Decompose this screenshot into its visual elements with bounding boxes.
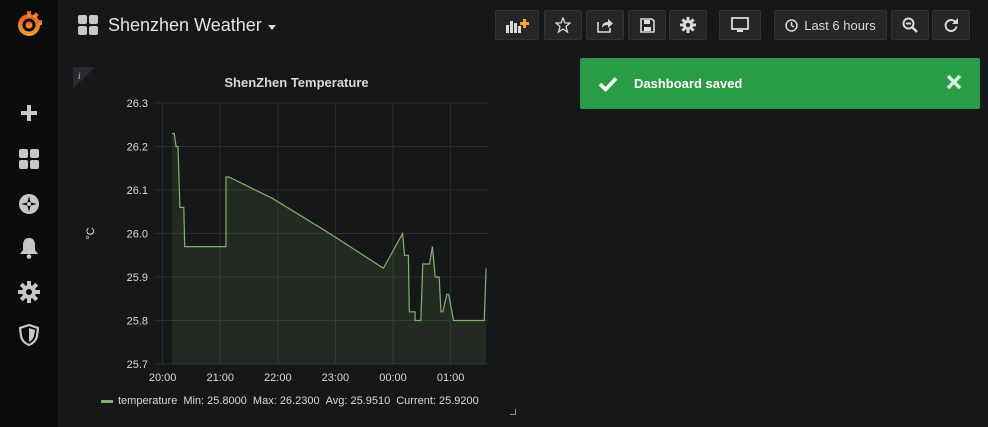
settings-button[interactable] (669, 10, 707, 40)
share-button[interactable] (586, 10, 624, 40)
y-tick-label: 26.3 (127, 98, 148, 110)
toast-success: Dashboard saved (580, 58, 980, 109)
gear-icon[interactable] (0, 272, 58, 312)
toast-message: Dashboard saved (634, 76, 743, 91)
dashboards-icon (78, 15, 98, 35)
monitor-icon (731, 17, 749, 32)
x-tick-label: 20:00 (149, 372, 177, 384)
y-tick-label: 26.2 (127, 142, 148, 154)
series-area-temperature (172, 133, 487, 364)
save-button[interactable] (628, 10, 666, 40)
y-tick-label: 25.7 (127, 359, 148, 371)
close-icon[interactable] (946, 74, 962, 90)
zoom-out-button[interactable] (891, 10, 929, 40)
y-tick-label: 26.0 (127, 229, 148, 241)
time-range-label: Last 6 hours (804, 17, 876, 33)
refresh-icon (944, 18, 958, 32)
dashboards-icon[interactable] (0, 139, 58, 179)
legend-series-name[interactable]: temperature (118, 395, 177, 407)
y-tick-label: 25.8 (127, 316, 148, 328)
zoom-out-icon (902, 17, 918, 33)
sidebar (0, 0, 58, 427)
grafana-logo-icon[interactable] (0, 4, 58, 44)
explore-compass-icon[interactable] (0, 184, 58, 224)
time-picker-button[interactable]: Last 6 hours (774, 10, 887, 40)
dashboard-picker[interactable]: Shenzhen Weather (78, 10, 276, 40)
dashboard-title: Shenzhen Weather (108, 14, 262, 35)
plus-icon[interactable] (0, 93, 58, 133)
share-icon (597, 18, 613, 33)
legend-avg: Avg: 25.9510 (325, 395, 391, 407)
graph-panel: i ShenZhen Temperature 25.7 25.8 25.9 26.0 2… (73, 67, 520, 419)
star-button[interactable] (544, 10, 582, 40)
top-navbar: Shenzhen Weather Last 6 hours (58, 0, 988, 50)
add-panel-button[interactable] (495, 10, 539, 40)
legend-max: Max: 26.2300 (252, 395, 320, 407)
gear-icon (680, 17, 696, 33)
bell-icon[interactable] (0, 228, 58, 268)
check-icon (598, 76, 618, 92)
add-panel-icon (506, 19, 529, 33)
x-tick-label: 21:00 (206, 372, 234, 384)
legend-swatch (101, 399, 113, 403)
y-axis-label: °C (85, 227, 97, 239)
x-tick-label: 23:00 (322, 372, 350, 384)
x-tick-label: 22:00 (264, 372, 292, 384)
y-tick-label: 26.1 (127, 185, 148, 197)
y-tick-label: 25.9 (127, 272, 148, 284)
view-mode-button[interactable] (719, 10, 761, 40)
panel-resize-handle[interactable] (510, 409, 516, 415)
x-tick-label: 01:00 (437, 372, 465, 384)
shield-icon[interactable] (0, 315, 58, 355)
legend-min: Min: 25.8000 (183, 395, 247, 407)
x-tick-label: 00:00 (379, 372, 407, 384)
save-icon (639, 17, 655, 33)
clock-icon (785, 18, 798, 32)
star-icon (555, 17, 571, 33)
legend: temperature Min: 25.8000 Max: 26.2300 Av… (101, 395, 479, 407)
legend-current: Current: 25.9200 (396, 395, 479, 407)
refresh-button[interactable] (932, 10, 970, 40)
chart[interactable]: 25.7 25.8 25.9 26.0 26.1 26.2 26.3 20:00 21:00 22… (73, 67, 520, 387)
caret-down-icon (267, 24, 276, 30)
